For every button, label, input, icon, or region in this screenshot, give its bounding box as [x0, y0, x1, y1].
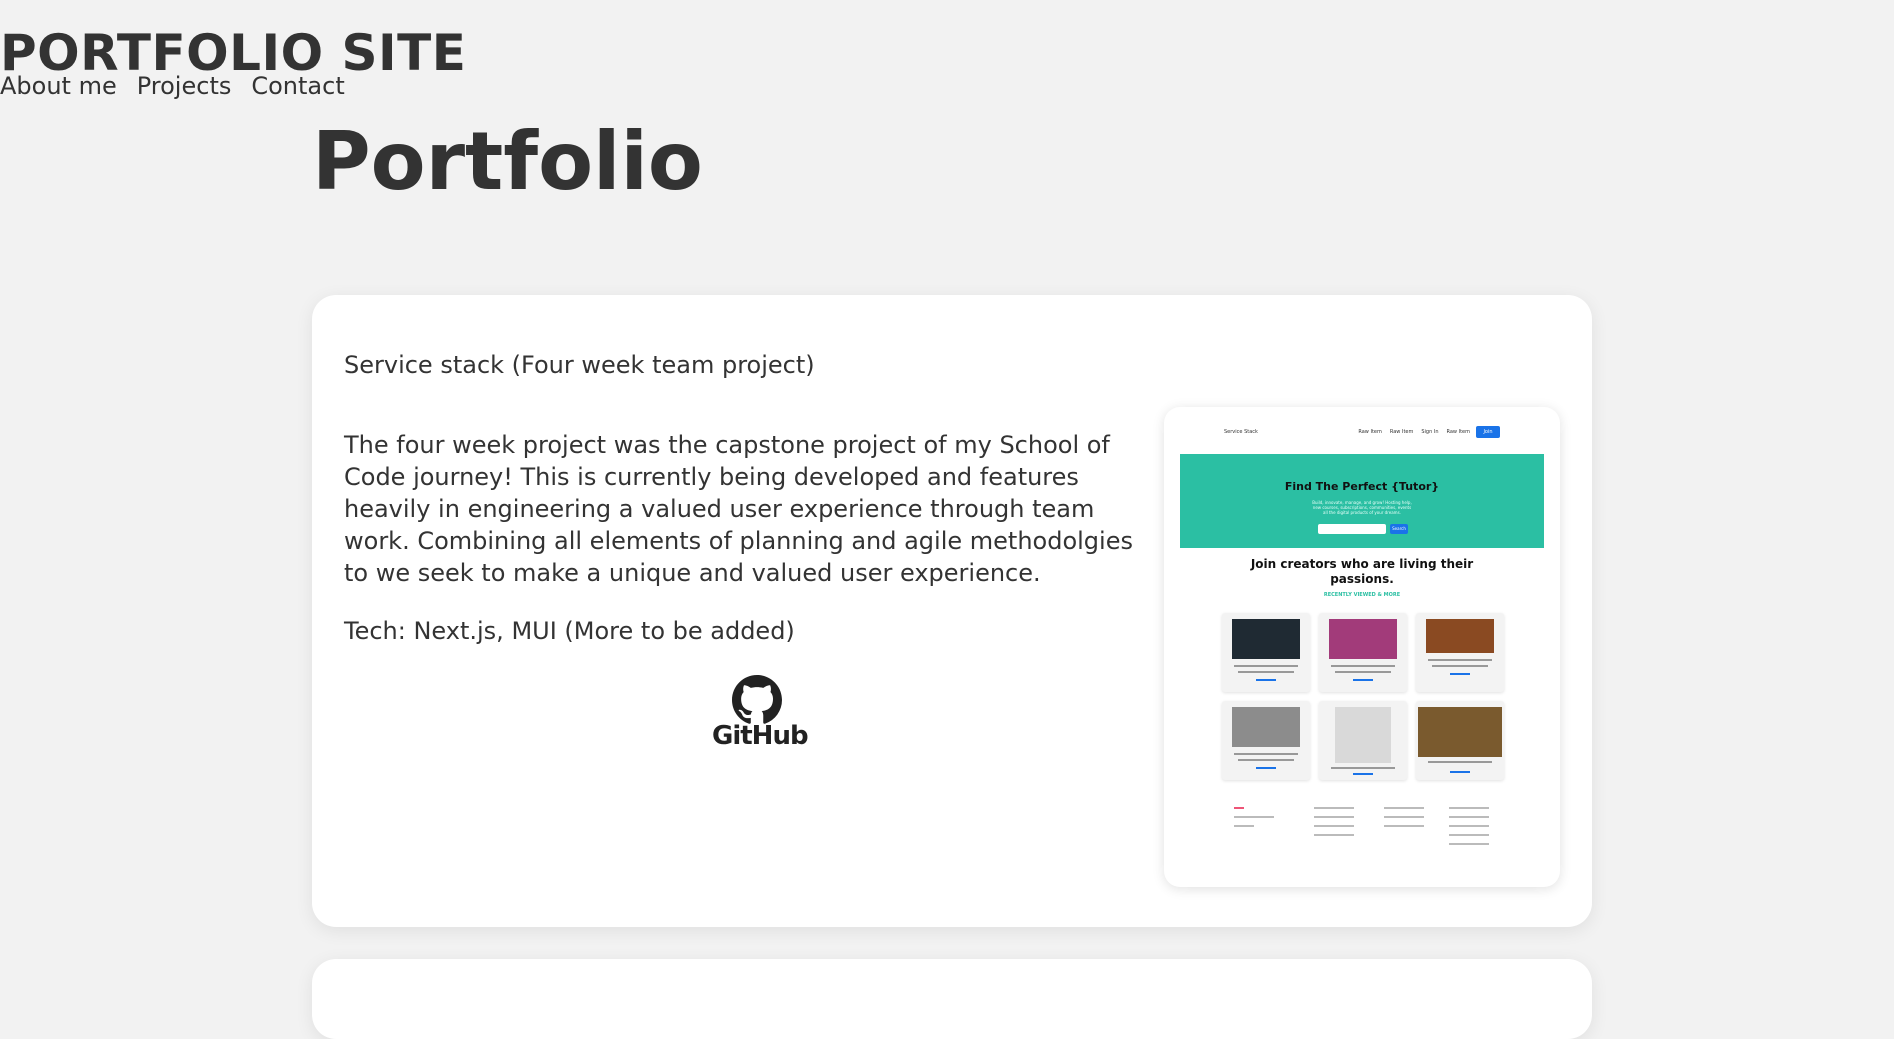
preview-logo: Service Stack — [1224, 429, 1258, 435]
main-nav: About me Projects Contact — [0, 70, 345, 102]
preview-card — [1416, 701, 1504, 780]
github-link[interactable]: GitHub — [712, 675, 809, 751]
preview-hero-title: Find The Perfect {Tutor} — [1284, 480, 1440, 493]
preview-nav-link: Raw Item — [1389, 429, 1414, 435]
project-description: The four week project was the capstone p… — [344, 431, 1133, 587]
preview-card — [1319, 701, 1407, 780]
project-title: Service stack (Four week team project) — [344, 351, 815, 379]
nav-contact[interactable]: Contact — [251, 70, 344, 102]
preview-card-grid — [1222, 613, 1504, 780]
github-icon — [732, 675, 782, 724]
preview-nav-link: Raw Item — [1358, 429, 1382, 435]
preview-search-button: Search — [1390, 524, 1408, 534]
page-heading: Portfolio — [312, 115, 703, 208]
preview-search-input — [1318, 524, 1386, 534]
preview-navbar: Service Stack Raw Item Raw Item Sign In … — [1224, 426, 1500, 441]
preview-hero-subtitle: Build, innovate, manage, and grow! Hosti… — [1312, 500, 1412, 515]
preview-join-button: Join — [1476, 426, 1500, 438]
project-preview-image: Service Stack Raw Item Raw Item Sign In … — [1164, 407, 1560, 887]
preview-nav-link: Sign In — [1421, 429, 1439, 435]
preview-join-heading: Join creators who are living their passi… — [1250, 557, 1474, 586]
preview-card — [1416, 613, 1504, 692]
preview-nav-link: Raw Item — [1446, 429, 1471, 435]
preview-recent-label: RECENTLY VIEWED & MORE — [1323, 592, 1401, 598]
preview-card — [1319, 613, 1407, 692]
project-card: Service stack (Four week team project) T… — [312, 295, 1592, 927]
github-label: GitHub — [712, 721, 809, 751]
preview-card — [1222, 613, 1310, 692]
nav-projects[interactable]: Projects — [137, 70, 232, 102]
preview-card — [1222, 701, 1310, 780]
project-card — [312, 959, 1592, 1039]
project-tech: Tech: Next.js, MUI (More to be added) — [344, 617, 795, 645]
preview-hero: Find The Perfect {Tutor} Build, innovate… — [1180, 454, 1544, 548]
nav-about-me[interactable]: About me — [0, 70, 117, 102]
preview-nav-links: Raw Item Raw Item Sign In Raw Item — [1358, 429, 1470, 435]
preview-footer — [1234, 807, 1494, 851]
